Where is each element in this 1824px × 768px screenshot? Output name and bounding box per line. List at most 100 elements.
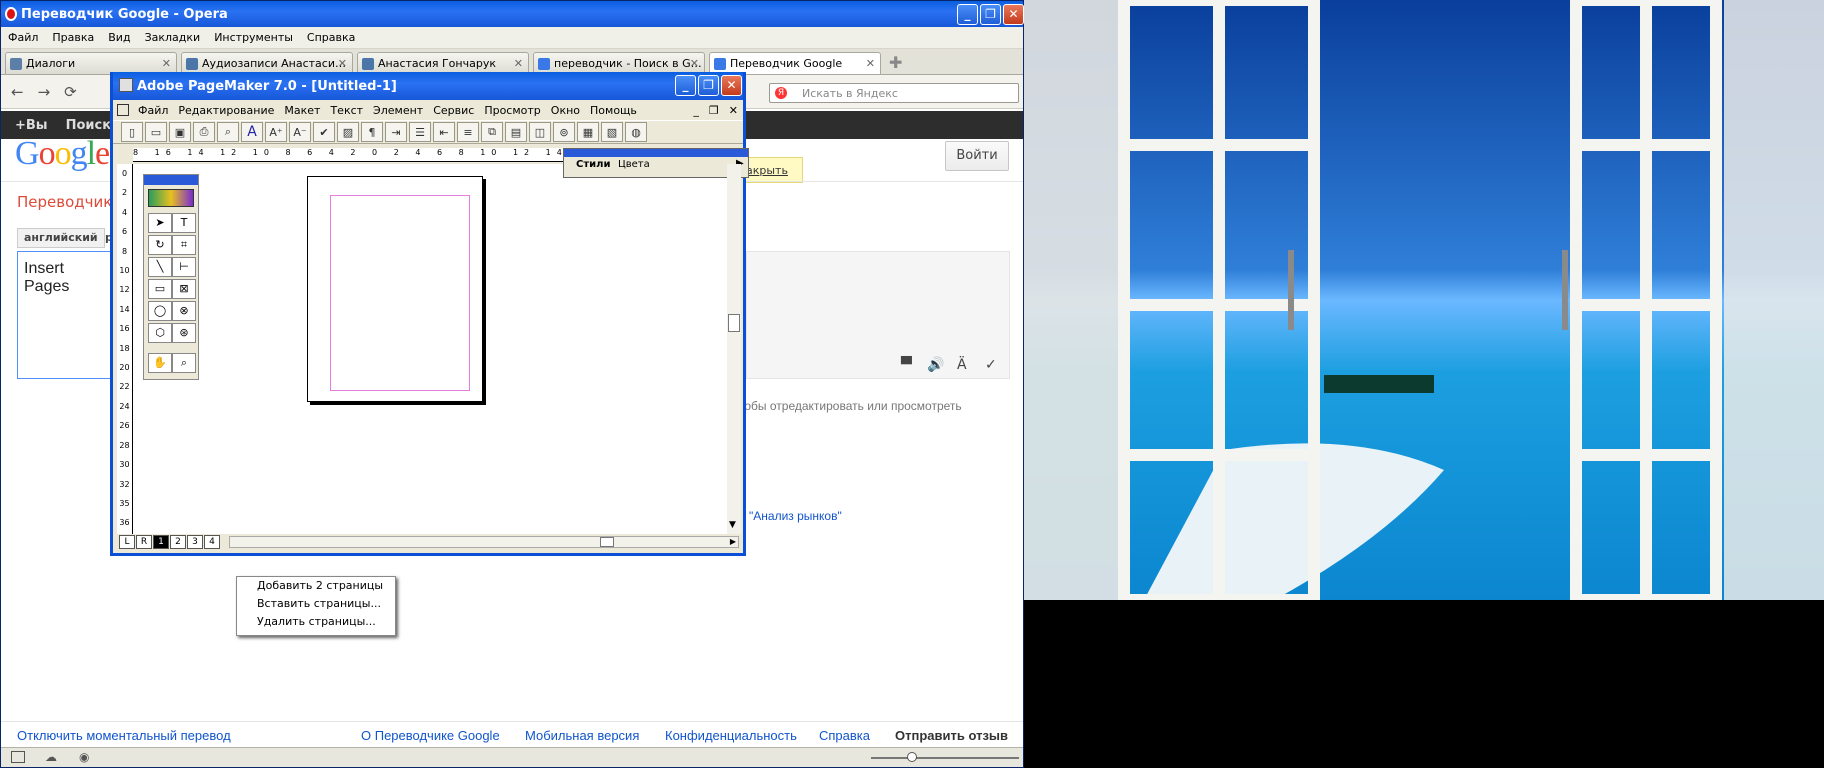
new-tab-icon[interactable]: ✚ [889,53,902,72]
minimize-button[interactable]: _ [957,4,978,25]
font-grow-icon[interactable]: A⁺ [265,122,287,142]
page-1-button[interactable]: 1 [153,535,169,549]
tab-dialogs[interactable]: Диалоги ✕ [5,52,177,74]
font-icon[interactable]: A [241,122,263,142]
rotate-tool-icon[interactable]: ↻ [148,235,172,255]
doc-icon[interactable] [117,104,129,116]
menu-tools[interactable]: Инструменты [207,31,300,44]
tab-profile[interactable]: Анастасия Гончарук ✕ [357,52,529,74]
romanize-icon[interactable]: Ä [957,357,967,373]
pagemaker-title-bar[interactable]: Adobe PageMaker 7.0 - [Untitled-1] _ ❐ ✕ [113,72,743,100]
source-text-input[interactable]: Insert Pages [17,251,117,379]
zoom-slider[interactable] [871,757,1019,759]
delete-pages-item[interactable]: Удалить страницы... [237,613,395,631]
scroll-right-icon[interactable]: ▶ [730,537,736,546]
listen-icon[interactable]: 🔊 [927,357,944,373]
new-icon[interactable]: ▯ [121,122,143,142]
pm-menu-window[interactable]: Окно [546,104,585,117]
hand-tool-icon[interactable]: ✋ [148,353,172,373]
zoom-tool-icon[interactable]: ⌕ [172,353,196,373]
speed-dial-icon[interactable]: ◉ [79,750,89,764]
crop-tool-icon[interactable]: ⌗ [172,235,196,255]
forward-icon[interactable]: → [38,83,51,101]
feedback-link[interactable]: Отправить отзыв [895,728,1008,743]
gbar-plus[interactable]: +Вы [15,118,48,133]
menu-help[interactable]: Справка [300,31,362,44]
open-icon[interactable]: ▭ [145,122,167,142]
align-icon[interactable]: ≡ [457,122,479,142]
ellipse-tool-icon[interactable]: ◯ [148,301,172,321]
link-icon[interactable]: ⊚ [553,122,575,142]
disable-instant-link[interactable]: Отключить моментальный перевод [17,728,231,743]
menu-view[interactable]: Вид [101,31,137,44]
polygon-tool-icon[interactable]: ⬡ [148,323,172,343]
tab-close-icon[interactable]: ✕ [690,57,699,70]
styles-tab[interactable]: Стили [576,159,610,170]
bullets-icon[interactable]: ☰ [409,122,431,142]
panel-titlebar[interactable] [564,149,748,157]
maximize-button[interactable]: ❐ [980,4,1001,25]
gbar-search[interactable]: Поиск [66,118,111,133]
export-icon[interactable]: ▧ [601,122,623,142]
colors-tab[interactable]: Цвета [618,159,650,170]
copy-icon[interactable]: ⧉ [481,122,503,142]
signin-button[interactable]: Войти [945,141,1009,171]
page-3-button[interactable]: 3 [187,535,203,549]
menu-file[interactable]: Файл [1,31,45,44]
markets-link[interactable]: "Анализ рынков" [749,509,842,523]
outdent-icon[interactable]: ⇤ [433,122,455,142]
print-icon[interactable]: ⎙ [193,122,215,142]
pm-menu-text[interactable]: Текст [325,104,368,117]
find-icon[interactable]: ⌕ [217,122,239,142]
panel-toggle-icon[interactable] [11,751,25,763]
google-logo[interactable]: Google [15,135,110,173]
save-icon[interactable]: ▣ [169,122,191,142]
indent-icon[interactable]: ⇥ [385,122,407,142]
page-2-button[interactable]: 2 [170,535,186,549]
yandex-search-input[interactable]: Искать в Яндекс [769,83,1019,103]
pm-menu-layout[interactable]: Макет [279,104,325,117]
back-icon[interactable]: ← [11,83,24,101]
tab-search[interactable]: переводчик - Поиск в G… ✕ [533,52,705,74]
scroll-thumb[interactable] [728,314,740,332]
close-button[interactable]: ✕ [1003,4,1024,25]
mdi-restore-icon[interactable]: ❐ [704,104,724,117]
tab-audio[interactable]: Аудиозаписи Анастаси… ✕ [181,52,353,74]
mdi-close-icon[interactable]: ✕ [724,104,743,117]
zoom-slider-handle[interactable] [907,752,917,762]
pointer-tool-icon[interactable]: ➤ [148,213,172,233]
menu-edit[interactable]: Правка [45,31,101,44]
toolbox-titlebar[interactable] [144,175,198,185]
pm-close-button[interactable]: ✕ [721,75,742,96]
web-icon[interactable]: ◍ [625,122,647,142]
paragraph-icon[interactable]: ¶ [361,122,383,142]
pm-menu-element[interactable]: Элемент [368,104,428,117]
menu-bookmarks[interactable]: Закладки [138,31,208,44]
tab-close-icon[interactable]: ✕ [162,57,171,70]
pm-menu-help[interactable]: Помощь [585,104,642,117]
document-page[interactable] [307,176,483,402]
cloud-icon[interactable]: ☁ [45,750,57,764]
add-2-pages-item[interactable]: Добавить 2 страницы [237,577,395,595]
source-language-button[interactable]: английский [17,228,105,248]
pm-menu-utilities[interactable]: Сервис [428,104,479,117]
frame-icon[interactable]: ◫ [529,122,551,142]
rectangle-tool-icon[interactable]: ▭ [148,279,172,299]
fill-icon[interactable]: ▨ [337,122,359,142]
about-link[interactable]: О Переводчике Google [361,728,500,743]
polygon-frame-tool-icon[interactable]: ⊛ [172,323,196,343]
spellcheck-icon[interactable]: ✔ [313,122,335,142]
pm-maximize-button[interactable]: ❐ [698,75,719,96]
image-icon[interactable]: ▦ [577,122,599,142]
check-icon[interactable]: ✓ [985,357,997,373]
scroll-down-icon[interactable]: ▼ [729,520,736,530]
ellipse-frame-tool-icon[interactable]: ⊗ [172,301,196,321]
right-master-page-button[interactable]: R [136,535,152,549]
paste-icon[interactable]: ▤ [505,122,527,142]
font-shrink-icon[interactable]: A⁻ [289,122,311,142]
vertical-scrollbar[interactable]: ▼ [727,164,741,534]
horizontal-scrollbar[interactable]: ▶ [229,536,739,548]
mdi-minimize-icon[interactable]: _ [688,104,704,117]
constrained-line-icon[interactable]: ⊢ [172,257,196,277]
pm-menu-edit[interactable]: Редактирование [173,104,279,117]
